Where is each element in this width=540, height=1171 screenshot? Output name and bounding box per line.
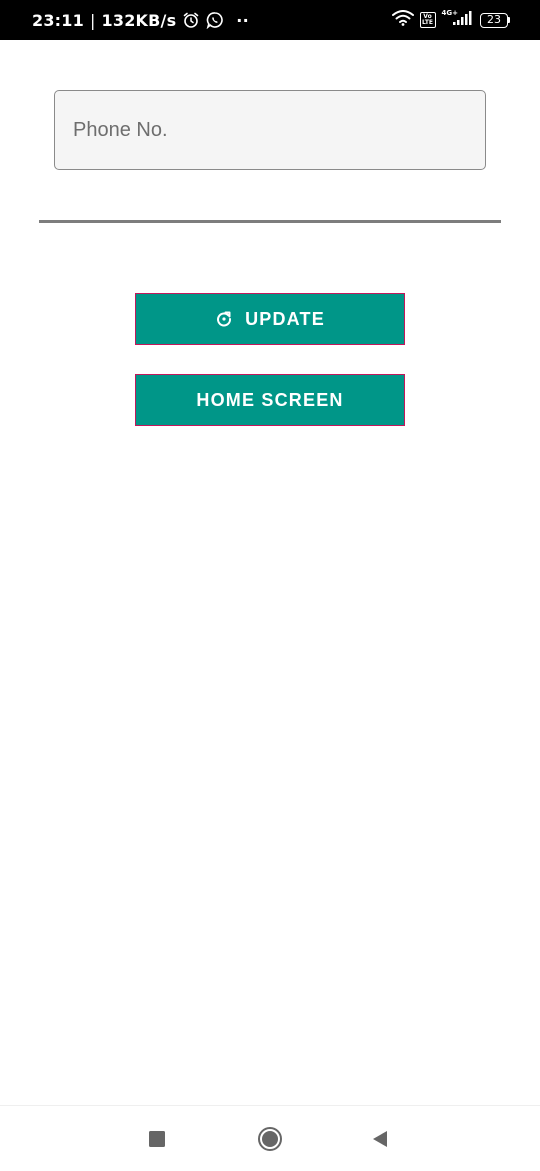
refresh-icon: [215, 310, 233, 328]
battery-level: 23: [480, 12, 508, 28]
divider-line: [39, 220, 501, 223]
wifi-icon: [391, 9, 414, 31]
recent-apps-icon: [148, 1130, 166, 1148]
home-screen-button[interactable]: HOME SCREEN: [135, 374, 405, 426]
update-button-label: UPDATE: [245, 308, 325, 329]
navigation-bar: [0, 1105, 540, 1170]
status-separator: |: [89, 10, 96, 30]
update-button[interactable]: UPDATE: [135, 293, 405, 345]
home-screen-button-label: HOME SCREEN: [196, 389, 344, 410]
status-time: 23:11: [32, 10, 84, 30]
status-right: Vo LTE 4G+ 23: [391, 9, 510, 31]
volte-badge: Vo LTE: [419, 12, 436, 28]
battery-indicator: 23: [480, 12, 510, 28]
home-icon: [257, 1126, 283, 1152]
back-nav-button[interactable]: [350, 1106, 410, 1171]
recent-apps-button[interactable]: [127, 1106, 187, 1171]
status-speed: 132KB/s: [101, 10, 177, 30]
network-type-label: 4G+: [441, 9, 458, 17]
battery-tip: [508, 17, 510, 23]
status-left: 23:11 | 132KB/s ··: [32, 11, 249, 30]
status-bar: 23:11 | 132KB/s ·· Vo LTE 4G+ 23: [0, 0, 540, 40]
status-overflow-dots: ··: [236, 10, 249, 30]
home-nav-button[interactable]: [240, 1106, 300, 1171]
back-icon: [371, 1129, 389, 1149]
alarm-icon: [182, 11, 200, 29]
whatsapp-icon: [206, 11, 224, 29]
phone-number-input[interactable]: [54, 90, 486, 170]
